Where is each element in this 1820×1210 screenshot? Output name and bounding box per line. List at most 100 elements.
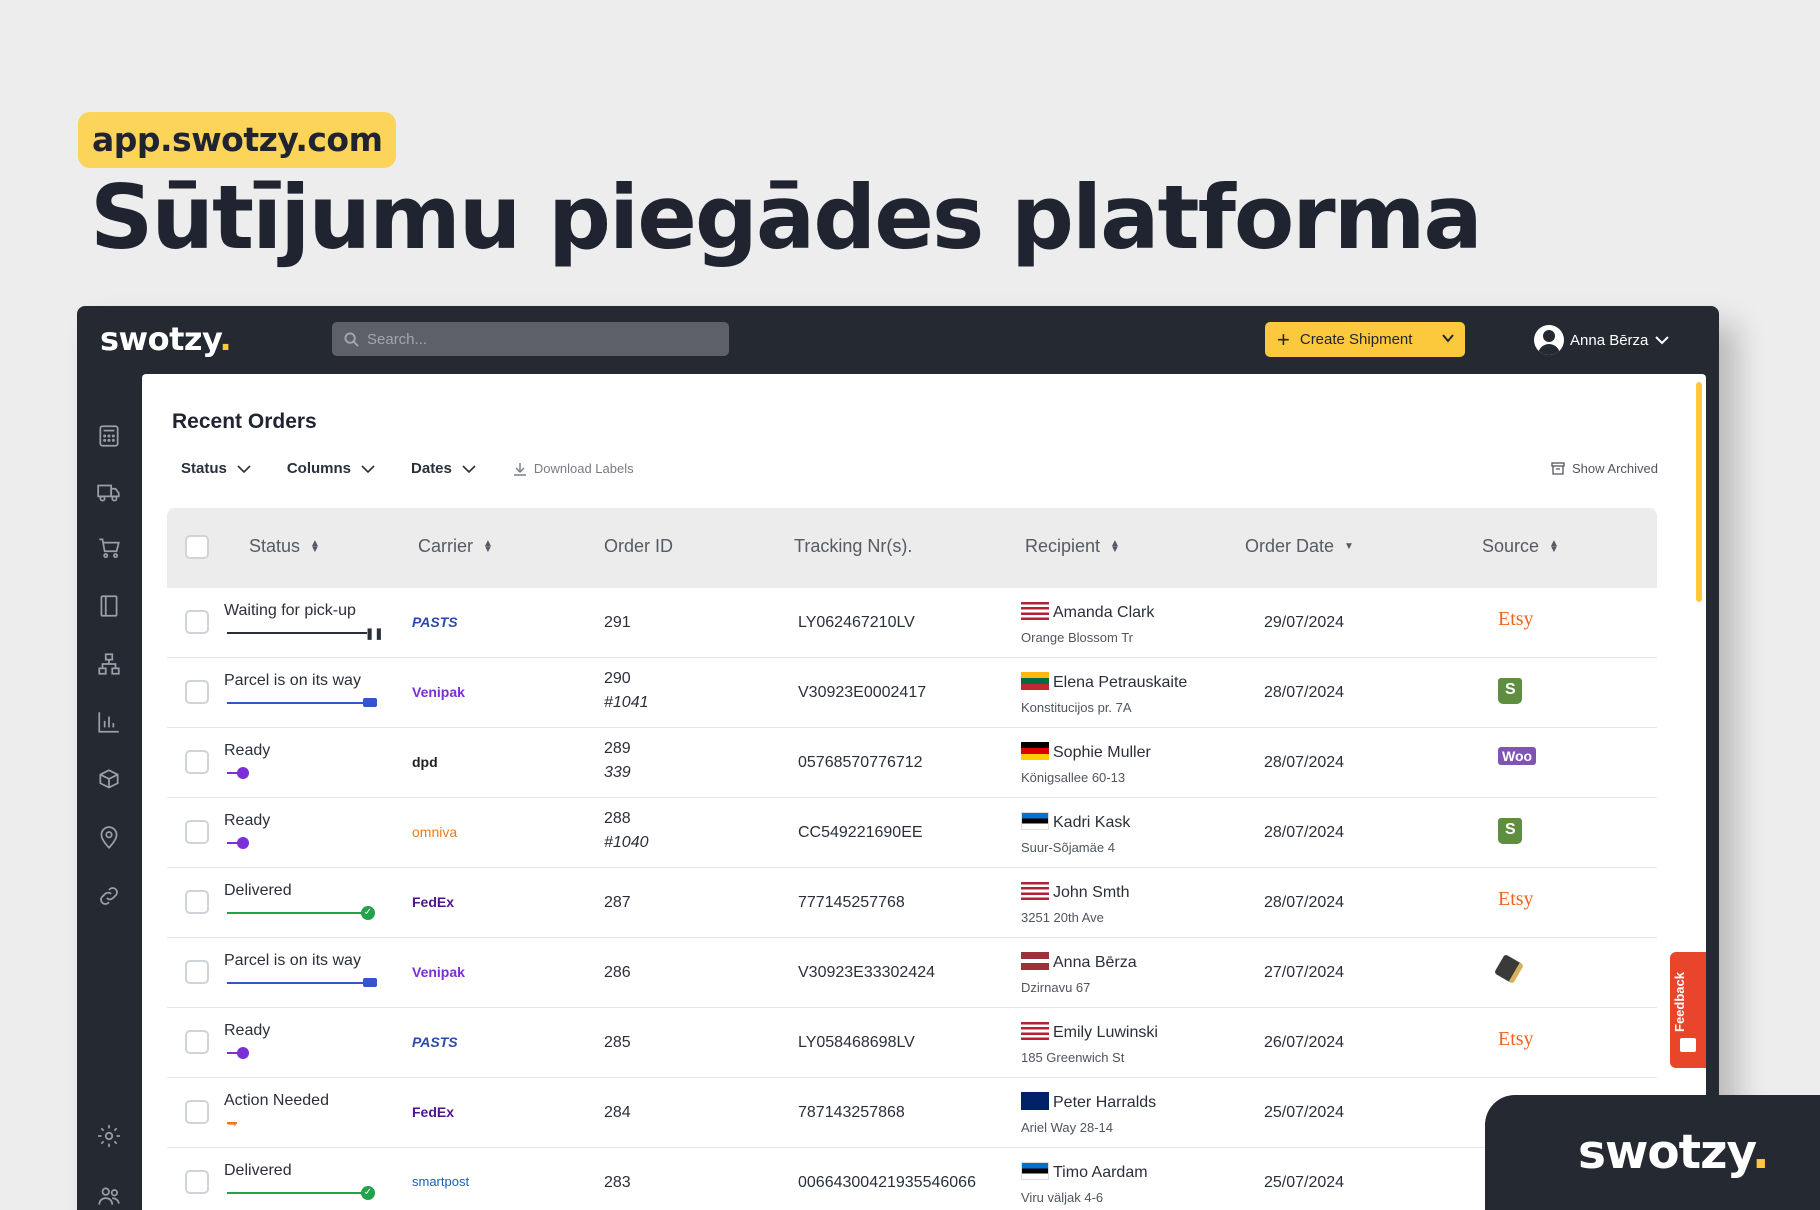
row-checkbox[interactable]	[185, 750, 209, 774]
tracking-number[interactable]: LY058468698LV	[798, 1034, 915, 1052]
download-labels-button[interactable]: Download Labels	[512, 461, 634, 477]
order-id[interactable]: 290	[604, 670, 631, 688]
search-input[interactable]	[367, 330, 707, 348]
filter-columns[interactable]: Columns	[287, 460, 375, 477]
status-label: Parcel is on its way	[224, 672, 361, 689]
us-flag-icon	[1021, 1022, 1049, 1040]
tracking-number[interactable]: 777145257768	[798, 894, 905, 912]
feedback-icon	[1680, 1038, 1696, 1052]
table-row[interactable]: Delivered ✓ FedEx 287 777145257768 John …	[167, 868, 1657, 938]
recipient-address: Dzirnavu 67	[1021, 980, 1091, 995]
tracking-number[interactable]: CC549221690EE	[798, 824, 923, 842]
scrollbar[interactable]	[1696, 382, 1702, 602]
order-id[interactable]: 286	[604, 964, 631, 982]
tracking-number[interactable]: V30923E0002417	[798, 684, 926, 702]
filter-dates[interactable]: Dates	[411, 460, 476, 477]
status-progress-bar	[227, 702, 367, 704]
row-checkbox[interactable]	[185, 960, 209, 984]
order-id[interactable]: 285	[604, 1034, 631, 1052]
source-badge: Etsy	[1498, 888, 1534, 910]
chevron-down-icon[interactable]	[1441, 331, 1455, 345]
table-row[interactable]: Parcel is on its way Venipak 286 V30923E…	[167, 938, 1657, 1008]
status-label: Waiting for pick-up	[224, 602, 356, 619]
show-archived-button[interactable]: Show Archived	[1550, 460, 1658, 476]
order-date: 29/07/2024	[1264, 614, 1345, 631]
table-row[interactable]: Waiting for pick-up ❚❚ PASTS 291 LY06246…	[167, 588, 1657, 658]
truck-icon[interactable]	[95, 478, 123, 506]
select-all-checkbox[interactable]	[185, 535, 209, 559]
table-row[interactable]: Ready dpd 289 339 05768570776712 Sophie …	[167, 728, 1657, 798]
table-header: Status ▲ ▼ Carrier ▲ ▼ Order ID Tracking Nr(…	[167, 508, 1657, 588]
col-status[interactable]: Status ▲ ▼	[249, 536, 320, 557]
calculator-icon[interactable]	[95, 422, 123, 450]
create-shipment-button[interactable]: + Create Shipment	[1265, 322, 1465, 357]
source-badge: Woo	[1498, 747, 1537, 765]
order-id[interactable]: 283	[604, 1174, 631, 1192]
recipient-address: Viru väljak 4-6	[1021, 1190, 1104, 1205]
feedback-tab[interactable]: Feedback	[1670, 952, 1706, 1068]
sort-desc-icon: ▼	[1344, 540, 1354, 552]
carrier-logo: omniva	[412, 824, 458, 840]
status-label: Ready	[224, 742, 271, 759]
recipient-name: Elena Petrauskaite	[1021, 672, 1187, 692]
carrier-logo: smartpost	[412, 1174, 470, 1189]
top-bar: swotzy. + Create Shipment Anna Bērza	[77, 306, 1719, 374]
tracking-number[interactable]: 787143257868	[798, 1104, 905, 1122]
book-icon[interactable]	[95, 592, 123, 620]
hero-title: Sūtījumu piegādes platforma	[90, 166, 1483, 269]
filter-status[interactable]: Status	[181, 460, 251, 477]
col-recipient[interactable]: Recipient ▲ ▼	[1025, 536, 1120, 557]
order-id[interactable]: 291	[604, 614, 631, 632]
order-id[interactable]: 289	[604, 740, 631, 758]
settings-icon[interactable]	[95, 1122, 123, 1150]
chevron-down-icon	[361, 464, 375, 473]
order-id[interactable]: 288	[604, 810, 631, 828]
users-icon[interactable]	[95, 1182, 123, 1210]
source-cell: Etsy	[1498, 1028, 1534, 1051]
chevron-down-icon	[462, 464, 476, 473]
tracking-number[interactable]: 05768570776712	[798, 754, 923, 772]
app-logo[interactable]: swotzy.	[100, 320, 232, 358]
carrier-logo: Venipak	[412, 684, 465, 700]
order-id[interactable]: 287	[604, 894, 631, 912]
table-row[interactable]: Delivered ✓ smartpost 283 00664300421935…	[167, 1148, 1657, 1210]
row-checkbox[interactable]	[185, 1030, 209, 1054]
col-source[interactable]: Source ▲ ▼	[1482, 536, 1559, 557]
package-settings-icon[interactable]	[95, 766, 123, 794]
status-label: Ready	[224, 1022, 271, 1039]
table-row[interactable]: Parcel is on its way Venipak 290 #1041 V…	[167, 658, 1657, 728]
table-row[interactable]: Ready omniva 288 #1040 CC549221690EE Kad…	[167, 798, 1657, 868]
table-row[interactable]: Ready PASTS 285 LY058468698LV Emily Luwi…	[167, 1008, 1657, 1078]
location-icon[interactable]	[95, 824, 123, 852]
col-carrier[interactable]: Carrier ▲ ▼	[418, 536, 493, 557]
col-order-date[interactable]: Order Date ▼	[1245, 536, 1354, 557]
truck-icon	[363, 698, 377, 707]
row-checkbox[interactable]	[185, 610, 209, 634]
sidebar	[77, 374, 142, 1210]
col-order-id[interactable]: Order ID	[604, 536, 673, 557]
row-checkbox[interactable]	[185, 680, 209, 704]
status-label: Ready	[224, 812, 271, 829]
link-icon[interactable]	[95, 882, 123, 910]
source-cell: Woo	[1498, 747, 1537, 766]
tracking-number[interactable]: 00664300421935546066	[798, 1174, 976, 1192]
user-menu[interactable]: Anna Bērza	[1534, 325, 1670, 355]
order-id[interactable]: 284	[604, 1104, 631, 1122]
col-tracking[interactable]: Tracking Nr(s).	[794, 536, 912, 557]
recipient-address: Königsallee 60-13	[1021, 770, 1126, 785]
order-ref: #1040	[604, 834, 649, 851]
tracking-number[interactable]: V30923E33302424	[798, 964, 935, 982]
org-chart-icon[interactable]	[95, 650, 123, 678]
bar-chart-icon[interactable]	[95, 708, 123, 736]
tracking-number[interactable]: LY062467210LV	[798, 614, 915, 632]
truck-icon	[363, 978, 377, 987]
row-checkbox[interactable]	[185, 890, 209, 914]
row-checkbox[interactable]	[185, 820, 209, 844]
cart-icon[interactable]	[95, 534, 123, 562]
table-row[interactable]: Action Needed → FedEx 284 787143257868 P…	[167, 1078, 1657, 1148]
recipient-address: Konstitucijos pr. 7A	[1021, 700, 1132, 715]
search-box[interactable]	[332, 322, 729, 356]
row-checkbox[interactable]	[185, 1170, 209, 1194]
row-checkbox[interactable]	[185, 1100, 209, 1124]
status-label: Action Needed	[224, 1092, 329, 1109]
